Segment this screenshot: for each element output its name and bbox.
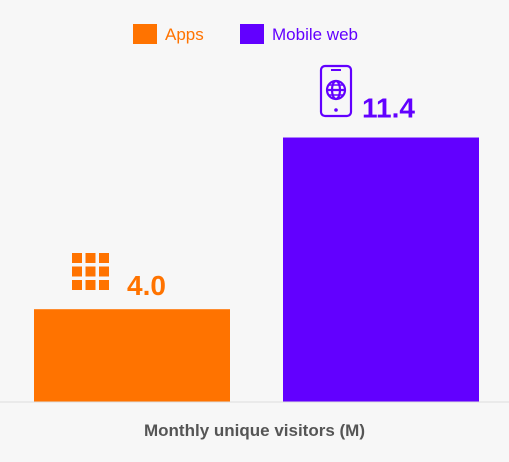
smartphone-globe-icon (319, 64, 353, 118)
app-grid-square (99, 280, 109, 290)
value-label-apps: 4.0 (127, 270, 166, 301)
app-grid-square (72, 253, 82, 263)
legend-swatch-mobile-web (240, 24, 264, 44)
app-grid-square (72, 266, 82, 277)
legend: Apps Mobile web (133, 24, 358, 44)
app-grid-icon (72, 253, 109, 290)
legend-label-mobile-web: Mobile web (272, 25, 358, 44)
app-grid-square (99, 253, 109, 263)
app-grid-square (85, 266, 96, 277)
app-grid-square (85, 280, 96, 290)
bar-mobile-web (283, 137, 479, 402)
app-grid-square (99, 266, 109, 277)
bar-chart: Apps Mobile web 4.0 11.4 Monthly unique … (0, 24, 509, 440)
legend-swatch-apps (133, 24, 157, 44)
legend-label-apps: Apps (165, 25, 204, 44)
bar-apps (34, 309, 230, 402)
app-grid-square (72, 280, 82, 290)
value-label-mobile-web: 11.4 (362, 93, 415, 124)
x-axis-label: Monthly unique visitors (M) (144, 421, 365, 440)
app-grid-square (85, 253, 96, 263)
